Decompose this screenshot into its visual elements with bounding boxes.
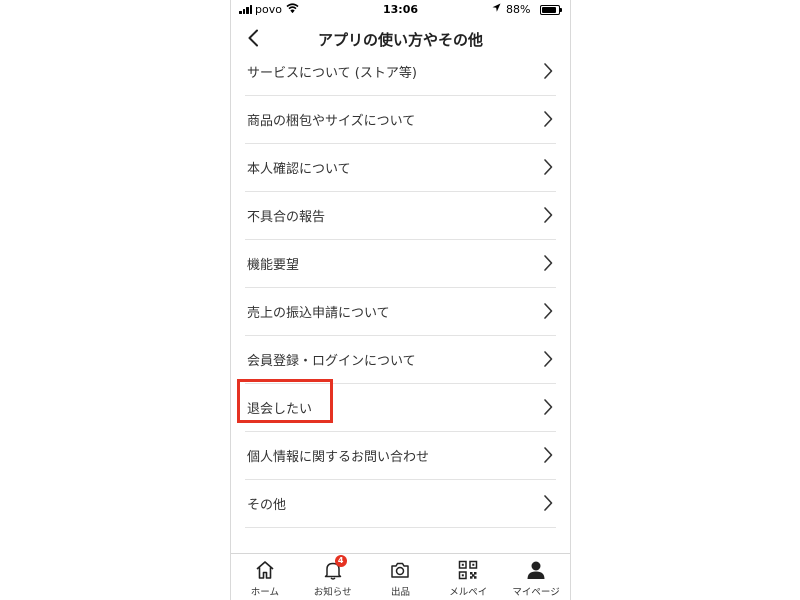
tab-label: 出品: [390, 587, 410, 598]
tab-merpay[interactable]: メルペイ: [434, 554, 502, 600]
menu-item-label: 個人情報に関するお問い合わせ: [247, 450, 430, 465]
menu-item-label: 売上の振込申請について: [247, 306, 390, 321]
notification-badge: 4: [334, 555, 347, 567]
chevron-right-icon: [544, 303, 553, 319]
camera-icon: [389, 559, 411, 581]
location-arrow-icon: [492, 3, 501, 16]
highlight-annotation: [237, 379, 333, 423]
chevron-right-icon: [544, 495, 553, 511]
menu-item[interactable]: 不具合の報告: [245, 192, 556, 240]
qr-code-icon: [457, 559, 479, 581]
tab-label: ホーム: [250, 587, 279, 598]
battery-fill: [542, 7, 557, 13]
bell-icon: 4: [322, 555, 347, 581]
person-icon: [525, 559, 547, 581]
menu-item-label: 不具合の報告: [247, 210, 326, 225]
home-icon: [254, 559, 276, 581]
battery-percent: 88%: [506, 3, 531, 16]
chevron-right-icon: [544, 207, 553, 223]
menu-item-label: 本人確認について: [247, 162, 351, 177]
chevron-right-icon: [544, 255, 553, 271]
menu-item[interactable]: サービスについて (ストア等): [245, 48, 556, 96]
menu-item[interactable]: 本人確認について: [245, 144, 556, 192]
tab-label: お知らせ: [313, 587, 352, 598]
tab-notifications[interactable]: 4 お知らせ: [299, 554, 367, 600]
menu-item[interactable]: 会員登録・ログインについて: [245, 336, 556, 384]
chevron-right-icon: [544, 63, 553, 79]
tab-bar: ホーム 4 お知らせ 出品 メルペイ マイページ: [231, 553, 570, 600]
menu-item-label: 会員登録・ログインについて: [247, 354, 416, 369]
menu-list: サービスについて (ストア等) 商品の梱包やサイズについて 本人確認について 不具合の…: [231, 48, 570, 528]
battery-icon: [540, 5, 562, 15]
menu-item-label: その他: [247, 498, 287, 513]
chevron-right-icon: [544, 447, 553, 463]
menu-item[interactable]: その他: [245, 480, 556, 528]
page-title: アプリの使い方やその他: [317, 31, 483, 49]
menu-item[interactable]: 機能要望: [245, 240, 556, 288]
menu-item-label: サービスについて (ストア等): [247, 66, 417, 81]
menu-item-label: 機能要望: [247, 258, 300, 273]
menu-item[interactable]: 個人情報に関するお問い合わせ: [245, 432, 556, 480]
tab-label: メルペイ: [449, 587, 488, 598]
tab-sell[interactable]: 出品: [367, 554, 435, 600]
chevron-right-icon: [544, 159, 553, 175]
menu-item[interactable]: 売上の振込申請について: [245, 288, 556, 336]
chevron-right-icon: [544, 351, 553, 367]
chevron-right-icon: [544, 399, 553, 415]
tab-home[interactable]: ホーム: [231, 554, 299, 600]
phone-screen: povo 13:06 88% アプリの使い方やその他 サービスについて (ストア…: [230, 0, 571, 600]
chevron-right-icon: [544, 111, 553, 127]
tab-mypage[interactable]: マイページ: [502, 554, 570, 600]
menu-item-label: 商品の梱包やサイズについて: [247, 114, 416, 129]
tab-label: マイページ: [512, 587, 560, 598]
menu-item[interactable]: 商品の梱包やサイズについて: [245, 96, 556, 144]
status-bar: povo 13:06 88%: [231, 0, 570, 20]
